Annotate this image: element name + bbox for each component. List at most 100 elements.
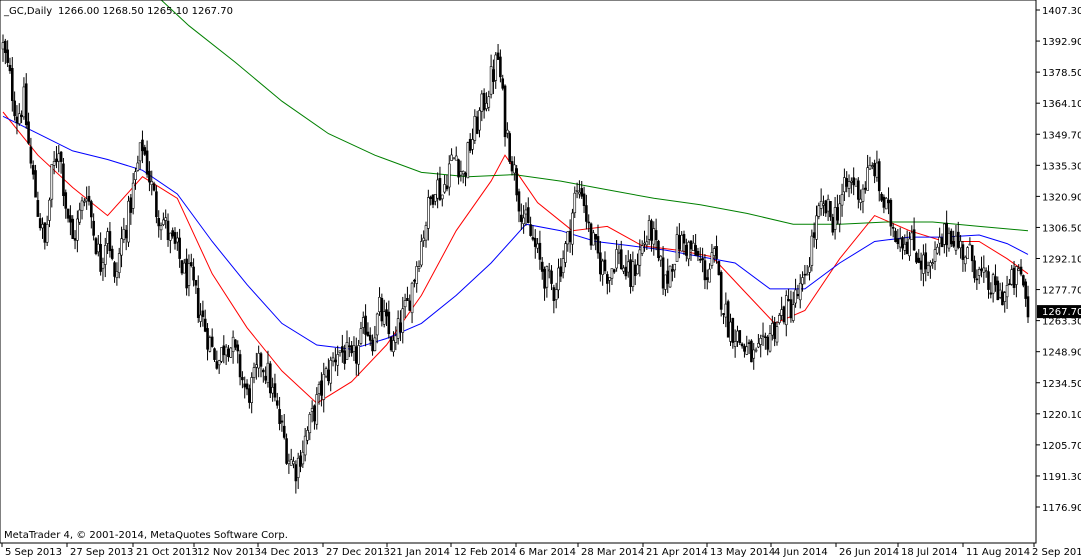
candle-body — [457, 159, 460, 178]
candle-body — [345, 342, 349, 360]
candle-body — [768, 333, 772, 352]
candle-body — [531, 237, 535, 240]
candle-body — [422, 237, 425, 241]
candle-body — [636, 264, 639, 275]
candle-body — [341, 346, 344, 353]
candle-body — [949, 230, 953, 245]
candle-body — [103, 245, 107, 265]
candle-body — [324, 368, 328, 377]
candle-body — [715, 246, 718, 259]
candle-body — [94, 238, 98, 254]
candle-body — [740, 343, 744, 347]
candle-body — [887, 199, 890, 204]
candle-body — [787, 299, 790, 301]
candle-body — [199, 314, 202, 322]
candle-body — [447, 163, 451, 188]
candle-body — [808, 266, 811, 273]
candle-body — [471, 139, 474, 150]
candle-body — [336, 354, 339, 366]
candle-body — [954, 235, 958, 251]
candle-body — [503, 85, 507, 138]
candle-body — [399, 322, 402, 333]
y-tick-label: 1248.90 — [1042, 348, 1081, 359]
candle-body — [840, 194, 844, 206]
candle-body — [310, 408, 314, 412]
candle-body — [487, 96, 491, 108]
candle-body — [445, 185, 449, 190]
candle-body — [222, 345, 226, 356]
candle-body — [122, 229, 126, 240]
candle-body — [148, 170, 151, 183]
candle-body — [38, 218, 42, 229]
candle-body — [429, 196, 432, 199]
candle-body — [922, 254, 925, 274]
candle-body — [550, 270, 553, 284]
candle-body — [57, 153, 61, 162]
candle-body — [545, 266, 549, 288]
candle-body — [994, 276, 997, 286]
candle-body — [701, 258, 704, 261]
candle-body — [905, 241, 909, 255]
x-tick-label: 11 Aug 2014 — [966, 547, 1030, 558]
candle-body — [194, 280, 198, 286]
candle-body — [838, 203, 842, 225]
candle-body — [385, 309, 388, 317]
candle-body — [420, 241, 423, 266]
candle-body — [743, 345, 746, 352]
candle-body — [585, 205, 588, 222]
candle-body — [945, 222, 948, 246]
candle-body — [650, 220, 653, 241]
candle-body — [612, 269, 616, 273]
candle-body — [801, 277, 804, 285]
candle-body — [322, 374, 326, 400]
candle-body — [757, 343, 760, 348]
candle-body — [366, 331, 370, 337]
candle-body — [173, 232, 177, 244]
candle-body — [729, 321, 732, 342]
candle-body — [608, 277, 611, 281]
candle-body — [657, 240, 660, 259]
candle-body — [854, 178, 858, 187]
candle-body — [580, 188, 584, 197]
candle-body — [306, 430, 309, 441]
candle-body — [496, 52, 500, 60]
y-tick-label: 1277.70 — [1042, 286, 1081, 297]
candle-body — [31, 165, 35, 175]
candle-body — [682, 234, 686, 244]
candle-body — [805, 273, 809, 276]
candle-body — [231, 336, 235, 352]
candle-body — [759, 337, 763, 345]
candle-body — [675, 234, 679, 262]
candle-body — [308, 414, 312, 434]
x-tick-label: 18 Jul 2014 — [901, 547, 958, 558]
candle-body — [803, 273, 807, 276]
candle-body — [515, 168, 518, 196]
candle-body — [43, 222, 47, 243]
candle-body — [678, 235, 681, 250]
candle-body — [884, 198, 888, 210]
candle-body — [640, 245, 644, 254]
candle-body — [217, 360, 221, 366]
candle-body — [952, 241, 955, 247]
candle-body — [826, 198, 830, 212]
y-tick-label: 1220.10 — [1042, 410, 1081, 421]
candle-body — [582, 193, 586, 207]
candle-body — [875, 162, 879, 178]
candle-body — [845, 178, 849, 187]
candle-body — [517, 191, 521, 212]
candle-body — [1024, 281, 1027, 299]
price-chart[interactable]: 1407.30 1392.90 1378.50 1364.10 1349.70 1335.… — [0, 0, 1081, 560]
candle-body — [454, 155, 458, 161]
candle-body — [85, 198, 88, 202]
candle-body — [940, 237, 944, 248]
candle-body — [203, 318, 207, 332]
candle-body — [373, 337, 377, 351]
candle-body — [136, 162, 140, 171]
x-tick-label: 21 Apr 2014 — [646, 547, 708, 558]
x-tick-label: 21 Oct 2013 — [136, 547, 198, 558]
candle-body — [338, 350, 342, 353]
x-tick-label: 12 Nov 2013 — [197, 547, 261, 558]
candle-body — [617, 251, 621, 254]
candle-body — [227, 348, 230, 358]
candle-body — [99, 244, 102, 272]
